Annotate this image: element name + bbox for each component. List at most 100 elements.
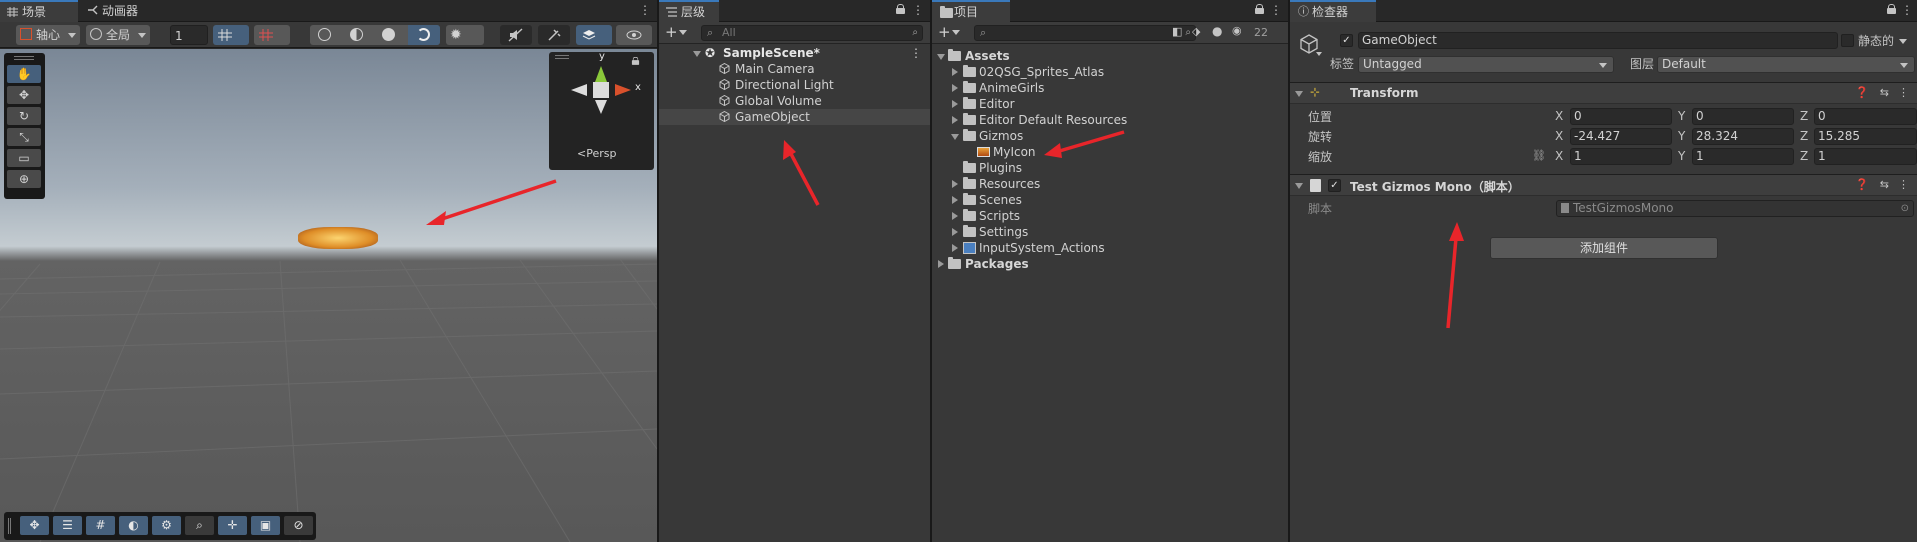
expand-arrow-icon[interactable] xyxy=(693,51,701,57)
effects-toggle[interactable] xyxy=(538,25,570,45)
component-menu-icon[interactable]: ⋮ xyxy=(1898,86,1909,99)
navmesh-overlay-icon[interactable]: ⚙ xyxy=(152,516,181,535)
chevron-down-icon[interactable] xyxy=(952,30,960,35)
more-options-icon[interactable]: ⋮ xyxy=(1270,3,1282,17)
hierarchy-item[interactable]: Directional Light xyxy=(659,77,930,93)
camera-overlay-icon[interactable]: ▣ xyxy=(251,516,280,535)
collapse-arrow-icon[interactable] xyxy=(938,260,944,268)
pivot-dropdown[interactable]: 轴心 xyxy=(16,25,80,45)
transform-tools-icon[interactable]: ☰ xyxy=(53,516,82,535)
search-by-type-icon[interactable]: ⌕ xyxy=(1185,26,1191,40)
drag-handle[interactable] xyxy=(14,56,34,60)
drag-handle[interactable] xyxy=(8,518,11,534)
position-y-field[interactable]: 0 xyxy=(1692,108,1794,125)
global-dropdown[interactable]: 全局 xyxy=(86,25,150,45)
chevron-down-icon[interactable] xyxy=(1316,52,1322,56)
pivot-overlay-icon[interactable]: ✛ xyxy=(218,516,247,535)
add-component-button[interactable]: 添加组件 xyxy=(1490,237,1718,259)
rotation-x-field[interactable]: -24.427 xyxy=(1570,128,1672,145)
preset-icon[interactable]: ⇆ xyxy=(1880,86,1889,99)
project-tree-item[interactable]: AnimeGirls xyxy=(932,80,1288,96)
hierarchy-search-input[interactable]: ⌕ All ⌕ xyxy=(701,25,923,41)
object-name-field[interactable]: GameObject xyxy=(1358,32,1838,49)
chevron-down-icon[interactable] xyxy=(679,30,687,35)
lock-icon[interactable] xyxy=(1255,4,1264,14)
move-overlay-icon[interactable]: ✥ xyxy=(20,516,49,535)
collapse-arrow-icon[interactable] xyxy=(952,196,958,204)
project-tree-item-myicon[interactable]: MyIcon xyxy=(932,144,1288,160)
rotation-z-field[interactable]: 15.285 xyxy=(1814,128,1917,145)
project-tree-item[interactable]: InputSystem_Actions xyxy=(932,240,1288,256)
search-overlay-icon[interactable]: ⌕ xyxy=(185,516,214,535)
collapse-arrow-icon[interactable] xyxy=(952,116,958,124)
visibility-icon[interactable]: ◉ xyxy=(1232,24,1242,37)
collapse-arrow-icon[interactable] xyxy=(952,244,958,252)
project-tree-item-packages[interactable]: Packages xyxy=(932,256,1288,272)
tab-project[interactable]: 项目 xyxy=(932,0,1010,22)
rect-tool-icon[interactable]: ▭ xyxy=(7,149,41,167)
wireframe-icon[interactable] xyxy=(318,28,331,41)
expand-arrow-icon[interactable] xyxy=(937,54,945,60)
object-picker-icon[interactable]: ⊙ xyxy=(1901,201,1909,216)
collapse-arrow-icon[interactable] xyxy=(952,68,958,76)
scale-z-field[interactable]: 1 xyxy=(1814,148,1917,165)
project-tree-item[interactable]: Resources xyxy=(932,176,1288,192)
script-object-field[interactable]: TestGizmosMono ⊙ xyxy=(1556,200,1914,217)
shaded-wireframe-icon[interactable] xyxy=(350,28,363,41)
help-icon[interactable]: ❓ xyxy=(1855,178,1869,191)
static-checkbox[interactable] xyxy=(1841,34,1854,47)
visibility-toggle[interactable] xyxy=(616,25,652,45)
collapse-arrow-icon[interactable] xyxy=(952,84,958,92)
more-options-icon[interactable]: ⋮ xyxy=(1901,3,1913,17)
tab-hierarchy[interactable]: 层级 xyxy=(659,0,719,22)
rotation-y-field[interactable]: 28.324 xyxy=(1692,128,1794,145)
hierarchy-item[interactable]: Main Camera xyxy=(659,61,930,77)
persp-label[interactable]: <Persp xyxy=(577,147,616,160)
hand-tool-icon[interactable]: ✋ xyxy=(7,65,41,83)
shaded-icon[interactable] xyxy=(382,28,395,41)
transform-tool-icon[interactable]: ⊕ xyxy=(7,170,41,188)
rotate-tool-icon[interactable]: ↻ xyxy=(7,107,41,125)
orientation-gizmo[interactable]: y x <Persp xyxy=(549,51,654,170)
layer-dropdown[interactable]: Default xyxy=(1657,56,1915,73)
project-tree-item[interactable]: 02QSG_Sprites_Atlas xyxy=(932,64,1288,80)
scale-tool-icon[interactable]: ⤡ xyxy=(7,128,41,146)
position-x-field[interactable]: 0 xyxy=(1570,108,1672,125)
tab-animator[interactable]: 动画器 xyxy=(80,0,160,22)
lock-icon[interactable] xyxy=(896,4,905,14)
transform-header[interactable]: ⊹ Transform ❓ ⇆ ⋮ xyxy=(1290,82,1917,104)
component-enabled-checkbox[interactable]: ✓ xyxy=(1328,179,1341,192)
search-filter-icon[interactable]: ⌕ xyxy=(912,26,918,40)
project-tree-item[interactable]: Plugins xyxy=(932,160,1288,176)
collapse-arrow-icon[interactable] xyxy=(952,212,958,220)
project-tree-item[interactable]: Editor Default Resources xyxy=(932,112,1288,128)
scale-y-field[interactable]: 1 xyxy=(1692,148,1794,165)
increment-snap-button[interactable] xyxy=(254,25,290,45)
hierarchy-item-selected[interactable]: GameObject xyxy=(659,109,930,125)
project-tree-item-assets[interactable]: Assets xyxy=(932,48,1288,64)
collapse-arrow-icon[interactable] xyxy=(952,228,958,236)
favorite-icon[interactable]: ● xyxy=(1212,24,1222,38)
hierarchy-item[interactable]: Global Volume xyxy=(659,93,930,109)
expand-arrow-icon[interactable] xyxy=(951,134,959,140)
audio-toggle[interactable] xyxy=(500,25,532,45)
more-options-icon[interactable]: ⋮ xyxy=(639,3,651,17)
search-by-type-icon[interactable]: ◧ xyxy=(1172,25,1182,38)
layers-dropdown[interactable] xyxy=(576,25,612,45)
help-icon[interactable]: ❓ xyxy=(1855,86,1869,99)
label-filter-icon[interactable]: ⬗ xyxy=(1192,25,1200,38)
tab-scene[interactable]: 场景 xyxy=(0,0,78,22)
lock-icon[interactable] xyxy=(1887,4,1896,14)
scene-root-row[interactable]: ✪ SampleScene* ⋮ xyxy=(659,45,930,61)
project-tree-item-gizmos[interactable]: Gizmos xyxy=(932,128,1288,144)
tag-dropdown[interactable]: Untagged xyxy=(1358,56,1614,73)
project-tree-item[interactable]: Scenes xyxy=(932,192,1288,208)
snap-value-field[interactable]: 1 xyxy=(170,25,208,45)
lighting-overlay-icon[interactable]: ◐ xyxy=(119,516,148,535)
link-icon[interactable]: ⛓ xyxy=(1532,149,1546,162)
grid-overlay-icon[interactable]: # xyxy=(86,516,115,535)
scale-x-field[interactable]: 1 xyxy=(1570,148,1672,165)
debug-draw-dropdown[interactable]: ✹ xyxy=(446,25,484,45)
project-search-input[interactable]: ⌕ ⌕ xyxy=(974,25,1196,41)
preset-icon[interactable]: ⇆ xyxy=(1880,178,1889,191)
